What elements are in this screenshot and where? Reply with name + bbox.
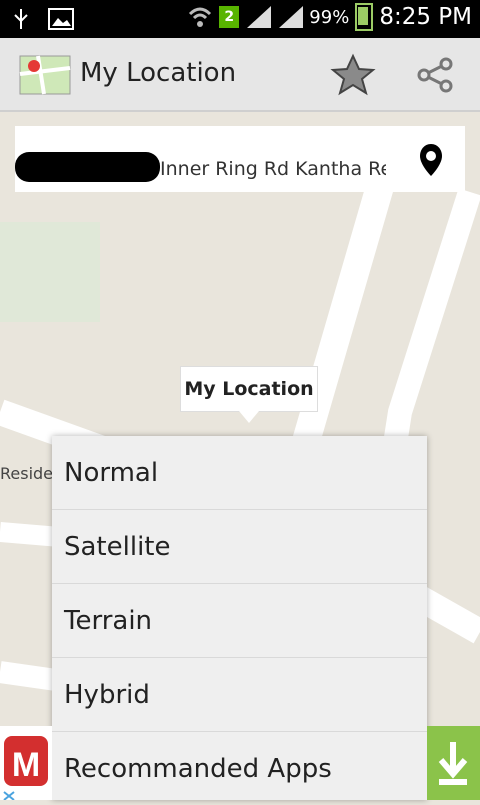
signal-icon <box>245 4 272 30</box>
status-right-icons: 2 99% 8:25 PM <box>187 3 472 31</box>
wifi-icon <box>187 4 213 30</box>
menu-item-hybrid[interactable]: Hybrid <box>52 658 427 732</box>
notification-badge: 2 <box>219 6 240 28</box>
address-text: Inner Ring Rd Kantha Re <box>160 158 386 180</box>
star-icon[interactable] <box>330 52 376 98</box>
menu-item-satellite[interactable]: Satellite <box>52 510 427 584</box>
image-icon <box>48 6 74 32</box>
download-icon[interactable] <box>427 726 480 800</box>
map-place-label: Resider <box>0 464 60 483</box>
map-type-menu: Normal Satellite Terrain Hybrid Recomman… <box>52 436 427 800</box>
usb-icon <box>8 6 34 32</box>
redacted-address-part <box>15 152 160 182</box>
menu-item-recommended-apps[interactable]: Recommanded Apps <box>52 732 427 805</box>
ad-logo[interactable]: M <box>0 726 52 801</box>
action-bar: My Location <box>0 38 480 112</box>
menu-item-terrain[interactable]: Terrain <box>52 584 427 658</box>
page-title: My Location <box>80 58 237 88</box>
status-bar: 2 99% 8:25 PM <box>0 0 480 38</box>
menu-item-normal[interactable]: Normal <box>52 436 427 510</box>
battery-charging-icon <box>355 3 374 31</box>
map-pin-icon[interactable] <box>418 143 444 177</box>
status-time: 8:25 PM <box>379 4 472 30</box>
signal-icon-secondary <box>277 4 304 30</box>
status-left-icons <box>8 6 74 32</box>
app-icon[interactable] <box>18 50 72 98</box>
battery-percentage: 99% <box>309 6 350 28</box>
svg-text:M: M <box>12 746 40 784</box>
share-icon[interactable] <box>412 52 458 98</box>
marker-callout[interactable]: My Location <box>180 366 318 423</box>
